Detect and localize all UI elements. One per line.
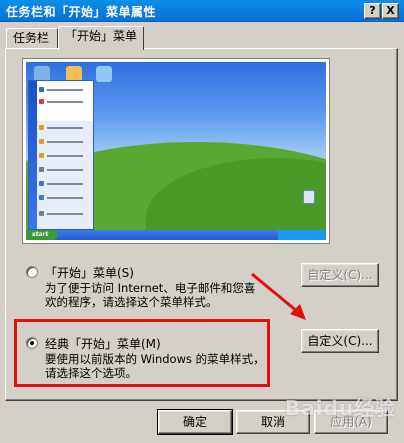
customize-start-menu-button[interactable]: 自定义(C)...: [301, 263, 379, 287]
menu-icon: [39, 195, 44, 200]
menu-line: [47, 197, 83, 199]
menu-line: [47, 183, 83, 185]
menu-icon: [39, 167, 44, 172]
menu-line: [47, 127, 83, 129]
start-menu-banner: [29, 81, 37, 229]
menu-line: [47, 141, 83, 143]
baidu-watermark: Baidu经验: [284, 396, 396, 420]
start-menu-radio[interactable]: [26, 266, 38, 278]
annotation-arrow-icon: [251, 272, 306, 320]
title-bar[interactable]: 任务栏和「开始」菜单属性 ? X: [0, 0, 404, 22]
window-title: 任务栏和「开始」菜单属性: [6, 5, 157, 19]
desktop-icon: [96, 66, 112, 82]
menu-icon: [39, 125, 44, 130]
menu-icon: [39, 99, 44, 104]
start-menu-preview: start: [22, 58, 330, 244]
desktop-preview: start: [26, 62, 326, 240]
recycle-bin-icon: [303, 190, 315, 204]
help-button[interactable]: ?: [364, 3, 381, 19]
menu-icon: [39, 181, 44, 186]
start-button-preview: start: [26, 230, 58, 240]
menu-line: [47, 169, 83, 171]
close-button[interactable]: X: [382, 3, 399, 19]
menu-line: [47, 213, 83, 215]
tab-taskbar[interactable]: 任务栏: [6, 28, 58, 48]
ok-button[interactable]: 确定: [157, 409, 233, 435]
start-menu-mock: [28, 80, 94, 230]
menu-line: [47, 155, 83, 157]
start-menu-description-line1: 为了便于访问 Internet、电子邮件和您喜: [45, 281, 256, 295]
start-menu-option-label[interactable]: 「开始」菜单(S): [45, 264, 134, 281]
menu-icon: [39, 211, 44, 216]
tab-start-menu[interactable]: 「开始」菜单: [58, 26, 144, 50]
customize-classic-menu-button[interactable]: 自定义(C)...: [301, 329, 379, 353]
menu-icon: [39, 153, 44, 158]
menu-icon: [39, 87, 44, 92]
menu-line: [47, 89, 83, 91]
menu-line: [47, 101, 83, 103]
highlight-box: [14, 319, 270, 387]
system-tray-preview: [278, 230, 326, 240]
start-menu-description-line2: 欢的程序，请选择这个菜单样式。: [45, 295, 218, 309]
menu-icon: [39, 139, 44, 144]
